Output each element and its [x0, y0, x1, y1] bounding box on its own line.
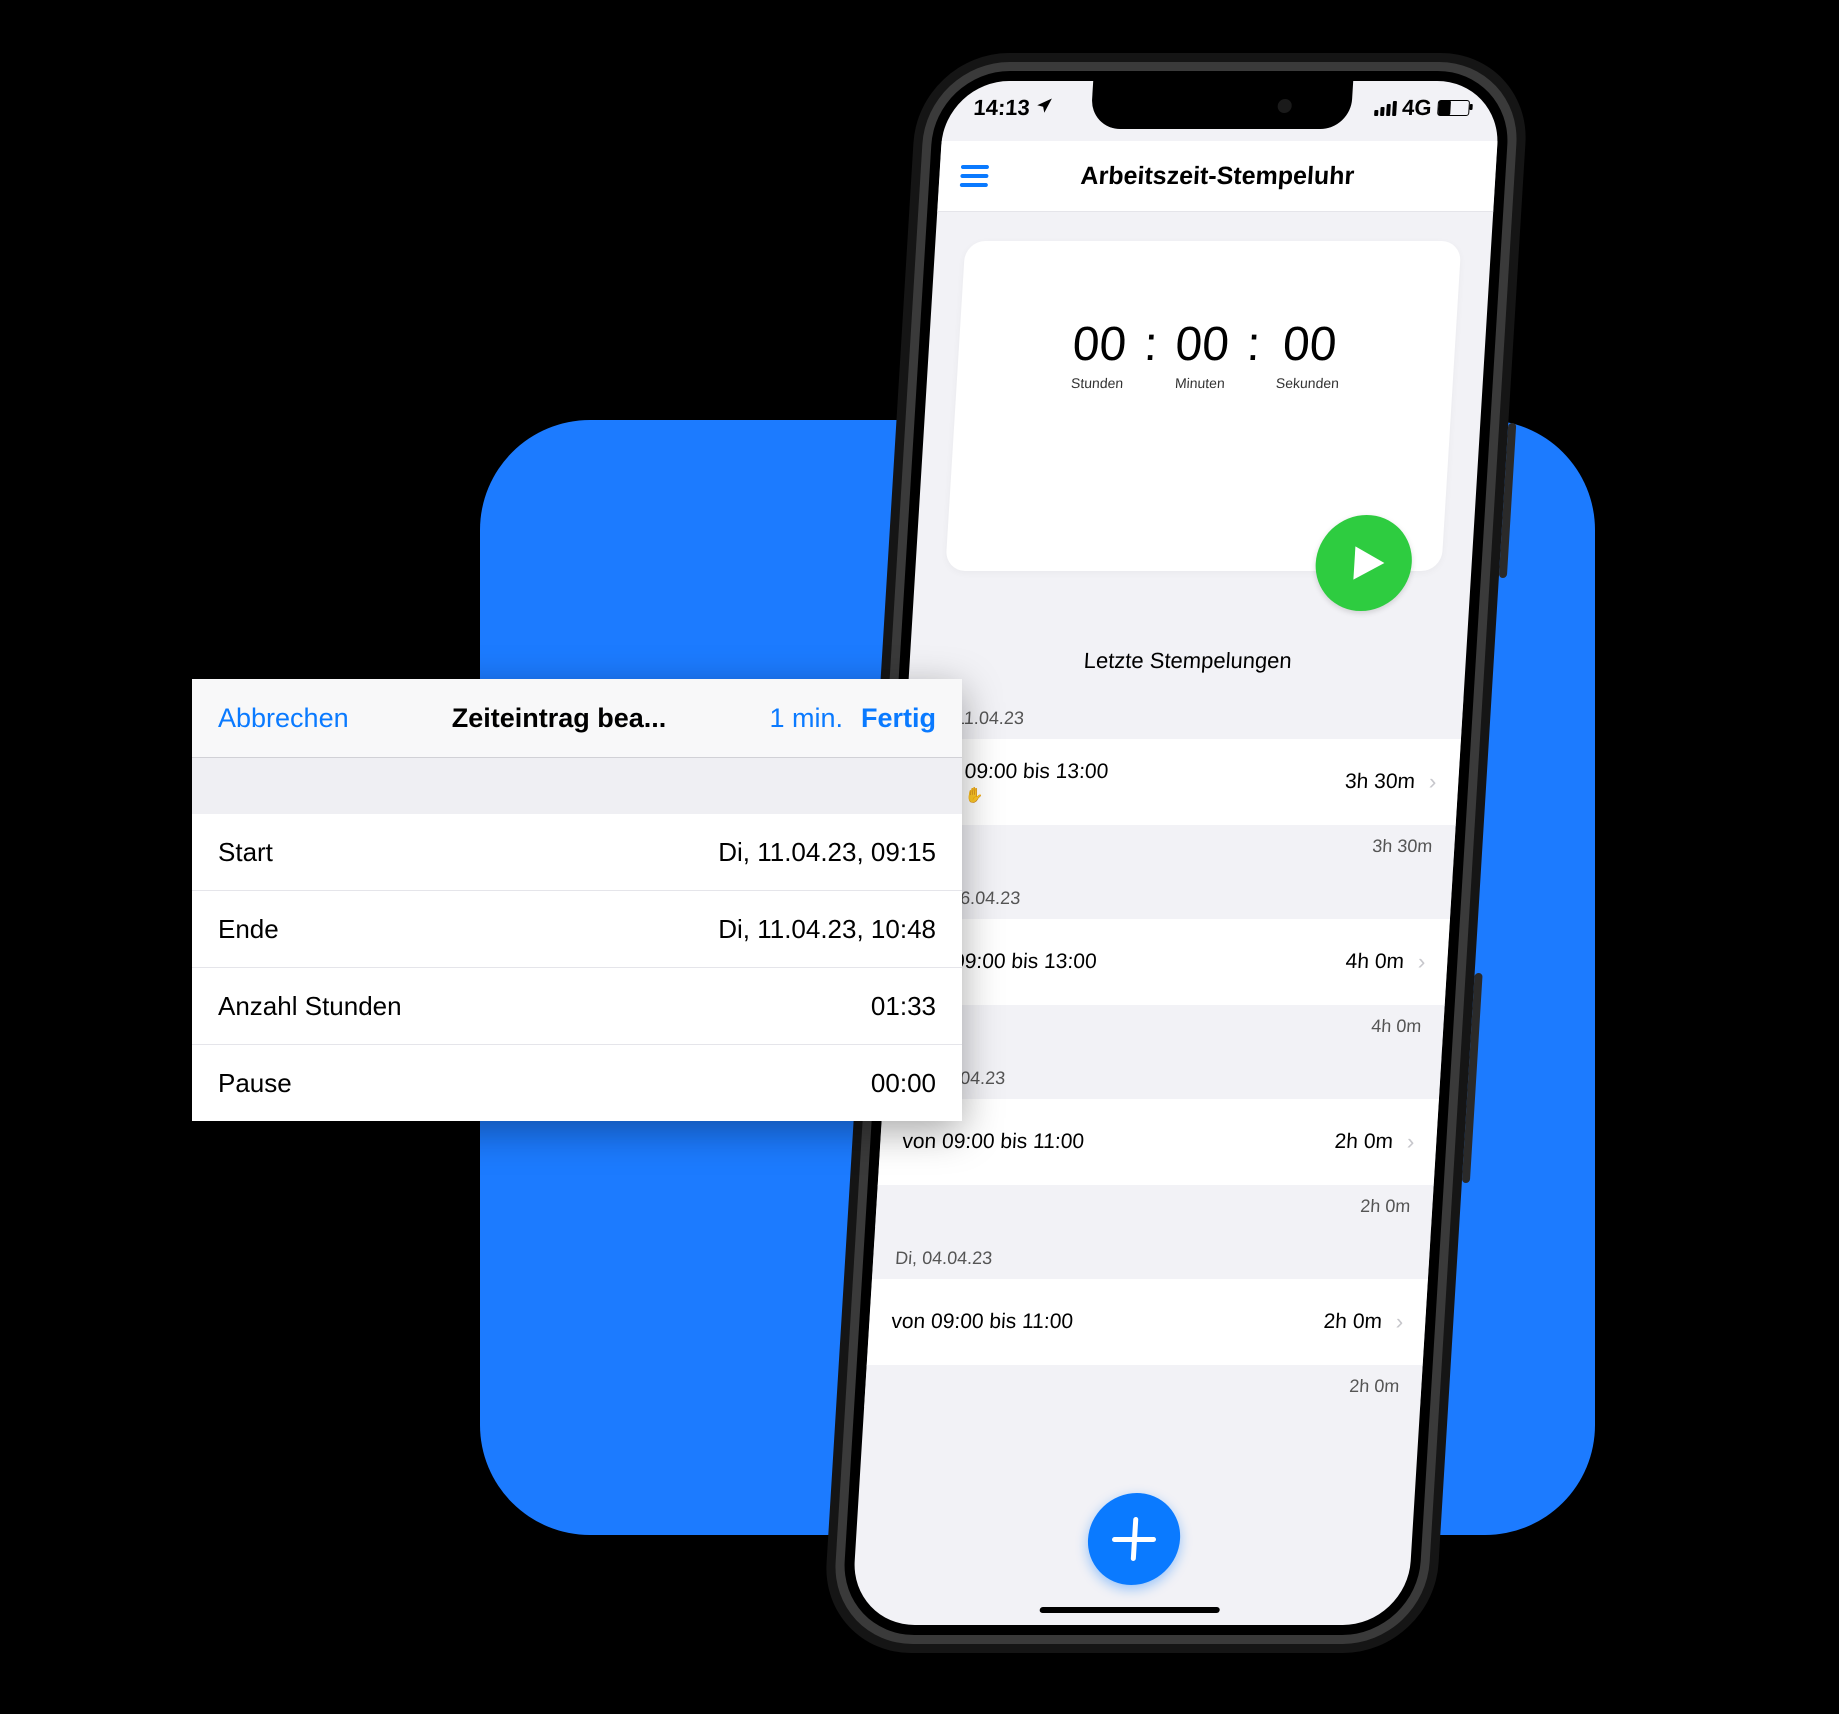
menu-icon[interactable]: [939, 165, 1010, 187]
app-title: Arbeitszeit-Stempeluhr: [1009, 162, 1497, 191]
start-row[interactable]: Start Di, 11.04.23, 09:15: [192, 814, 962, 891]
chevron-right-icon: ›: [1406, 1129, 1415, 1155]
start-value: Di, 11.04.23, 09:15: [718, 837, 936, 868]
start-label: Start: [218, 837, 273, 868]
done-button[interactable]: Fertig: [861, 703, 936, 734]
pause-row[interactable]: Pause 00:00: [192, 1045, 962, 1121]
day-header: Mi, 05.04.23: [883, 1057, 1442, 1099]
entry-duration: 2h 0m: [1334, 1130, 1394, 1154]
entry-duration: 2h 0m: [1323, 1310, 1383, 1334]
day-total-row: 4h 0m: [886, 1005, 1445, 1047]
chevron-right-icon: ›: [1395, 1309, 1404, 1335]
chevron-right-icon: ›: [1428, 769, 1437, 795]
timer-seconds-label: Sekunden: [1275, 375, 1339, 391]
section-header: Letzte Stempelungen: [908, 631, 1468, 691]
day-header: Do, 06.04.23: [894, 877, 1453, 919]
modal-spacer: [192, 758, 962, 814]
add-button[interactable]: [1085, 1493, 1183, 1585]
notch: [1090, 81, 1353, 129]
timer-minutes: 00: [1174, 321, 1230, 369]
day-total-row: 2h 0m: [864, 1365, 1423, 1407]
signal-icon: [1374, 101, 1397, 116]
timer-card: 00Stunden : 00Minuten : 00Sekunden: [945, 241, 1461, 571]
network-label: 4G: [1401, 95, 1432, 121]
time-entry[interactable]: von 09:00 bis 13:00 00:30✋ 3h 30m›: [900, 739, 1461, 826]
day-total-row: 3h 30m: [897, 825, 1456, 867]
day-total-row: 2h 0m: [875, 1185, 1434, 1227]
day-total: 2h 0m: [1360, 1196, 1411, 1217]
play-button[interactable]: [1313, 515, 1415, 611]
day-total: 3h 30m: [1372, 836, 1433, 857]
end-value: Di, 11.04.23, 10:48: [718, 914, 936, 945]
day-header: Di, 04.04.23: [872, 1237, 1431, 1279]
modal-title: Zeiteintrag bea...: [349, 703, 770, 734]
time-entry[interactable]: von 09:00 bis 11:00 2h 0m ›: [867, 1279, 1428, 1366]
day-date: Di, 04.04.23: [895, 1248, 993, 1269]
battery-icon: [1437, 100, 1470, 116]
end-row[interactable]: Ende Di, 11.04.23, 10:48: [192, 891, 962, 968]
pause-label: Pause: [218, 1068, 292, 1099]
hours-row[interactable]: Anzahl Stunden 01:33: [192, 968, 962, 1045]
entry-duration: 4h 0m: [1345, 950, 1405, 974]
section-title: Letzte Stempelungen: [1083, 648, 1293, 674]
edit-time-entry-modal: Abbrechen Zeiteintrag bea... 1 min. Fert…: [192, 679, 962, 1121]
end-label: Ende: [218, 914, 279, 945]
home-indicator[interactable]: [1040, 1607, 1220, 1613]
cancel-button[interactable]: Abbrechen: [218, 703, 349, 734]
app-header: Arbeitszeit-Stempeluhr: [937, 141, 1497, 212]
entry-duration: 3h 30m: [1344, 770, 1416, 794]
timer-minutes-label: Minuten: [1173, 375, 1227, 391]
modal-header: Abbrechen Zeiteintrag bea... 1 min. Fert…: [192, 679, 962, 758]
timer-seconds: 00: [1277, 321, 1343, 369]
timer-hours-label: Stunden: [1070, 375, 1124, 391]
clock: 14:13: [973, 95, 1031, 121]
day-total: 2h 0m: [1349, 1376, 1400, 1397]
chevron-right-icon: ›: [1417, 949, 1426, 975]
time-entry[interactable]: von 09:00 bis 13:00 4h 0m›: [889, 919, 1450, 1006]
day-total: 4h 0m: [1371, 1016, 1422, 1037]
entry-range: von 09:00 bis 11:00: [902, 1130, 1085, 1154]
entry-range: von 09:00 bis 11:00: [891, 1310, 1074, 1334]
hours-label: Anzahl Stunden: [218, 991, 402, 1022]
location-icon: [1035, 95, 1055, 121]
pause-value: 00:00: [871, 1068, 936, 1099]
step-button[interactable]: 1 min.: [769, 703, 843, 734]
play-icon: [1347, 543, 1389, 583]
timer-hours: 00: [1071, 321, 1127, 369]
day-header: Di, 11.04.23: [905, 697, 1464, 739]
hours-value: 01:33: [871, 991, 936, 1022]
hand-icon: ✋: [965, 786, 985, 804]
